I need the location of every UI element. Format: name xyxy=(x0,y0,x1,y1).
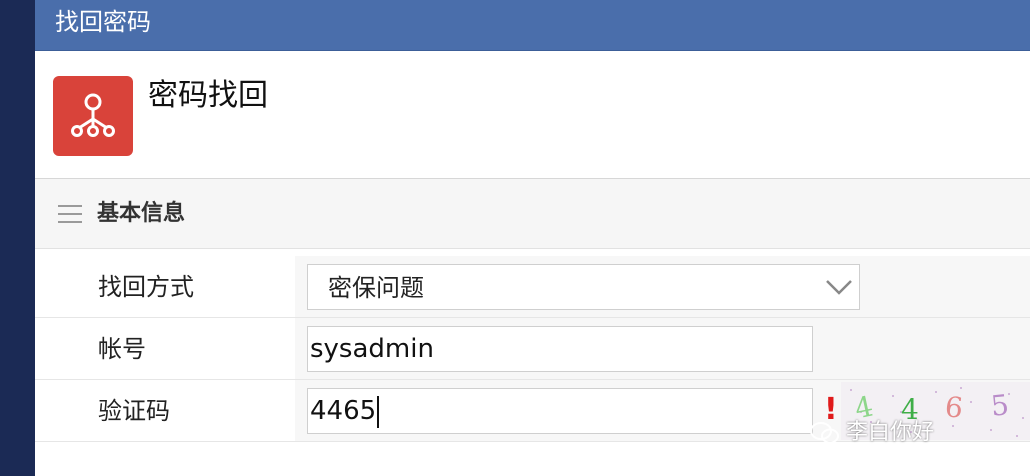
page-header: 密码找回 xyxy=(35,51,1030,179)
captcha-input-value: 4465 xyxy=(310,396,377,426)
captcha-char: 5 xyxy=(989,388,1011,423)
section-header[interactable]: 基本信息 xyxy=(35,179,1030,249)
window-title: 找回密码 xyxy=(55,8,151,36)
watermark: 李白你好 xyxy=(810,418,934,448)
org-chart-icon xyxy=(53,76,133,156)
method-label: 找回方式 xyxy=(98,273,194,301)
text-caret xyxy=(377,395,380,428)
form-row-account: 帐号 sysadmin xyxy=(35,318,1030,380)
label-cell: 帐号 xyxy=(35,318,295,379)
label-cell: 验证码 xyxy=(35,380,295,441)
captcha-label: 验证码 xyxy=(98,397,170,425)
captcha-char: 6 xyxy=(943,390,965,425)
field-cell: 密保问题 xyxy=(295,256,1030,317)
method-select[interactable]: 密保问题 xyxy=(307,264,860,310)
list-icon xyxy=(58,205,84,225)
section-title: 基本信息 xyxy=(97,201,186,226)
form-row-method: 找回方式 密保问题 xyxy=(35,256,1030,318)
chevron-down-icon xyxy=(826,280,852,295)
title-bar[interactable]: 找回密码 xyxy=(35,0,1030,51)
account-label: 帐号 xyxy=(98,335,146,363)
dialog-window: 找回密码 密码找回 基本信息 找回方式 密保问题 帐号 sysadmin 验证码… xyxy=(35,0,1030,476)
field-cell: sysadmin xyxy=(295,318,1030,379)
account-input[interactable]: sysadmin xyxy=(307,326,813,372)
label-cell: 找回方式 xyxy=(35,256,295,317)
account-input-value: sysadmin xyxy=(310,334,434,364)
wechat-icon xyxy=(810,422,839,444)
left-rail xyxy=(0,0,35,476)
watermark-text: 李白你好 xyxy=(846,420,935,445)
page-heading: 密码找回 xyxy=(148,78,268,113)
method-select-value: 密保问题 xyxy=(328,274,424,302)
captcha-input[interactable]: 4465 xyxy=(307,388,813,434)
